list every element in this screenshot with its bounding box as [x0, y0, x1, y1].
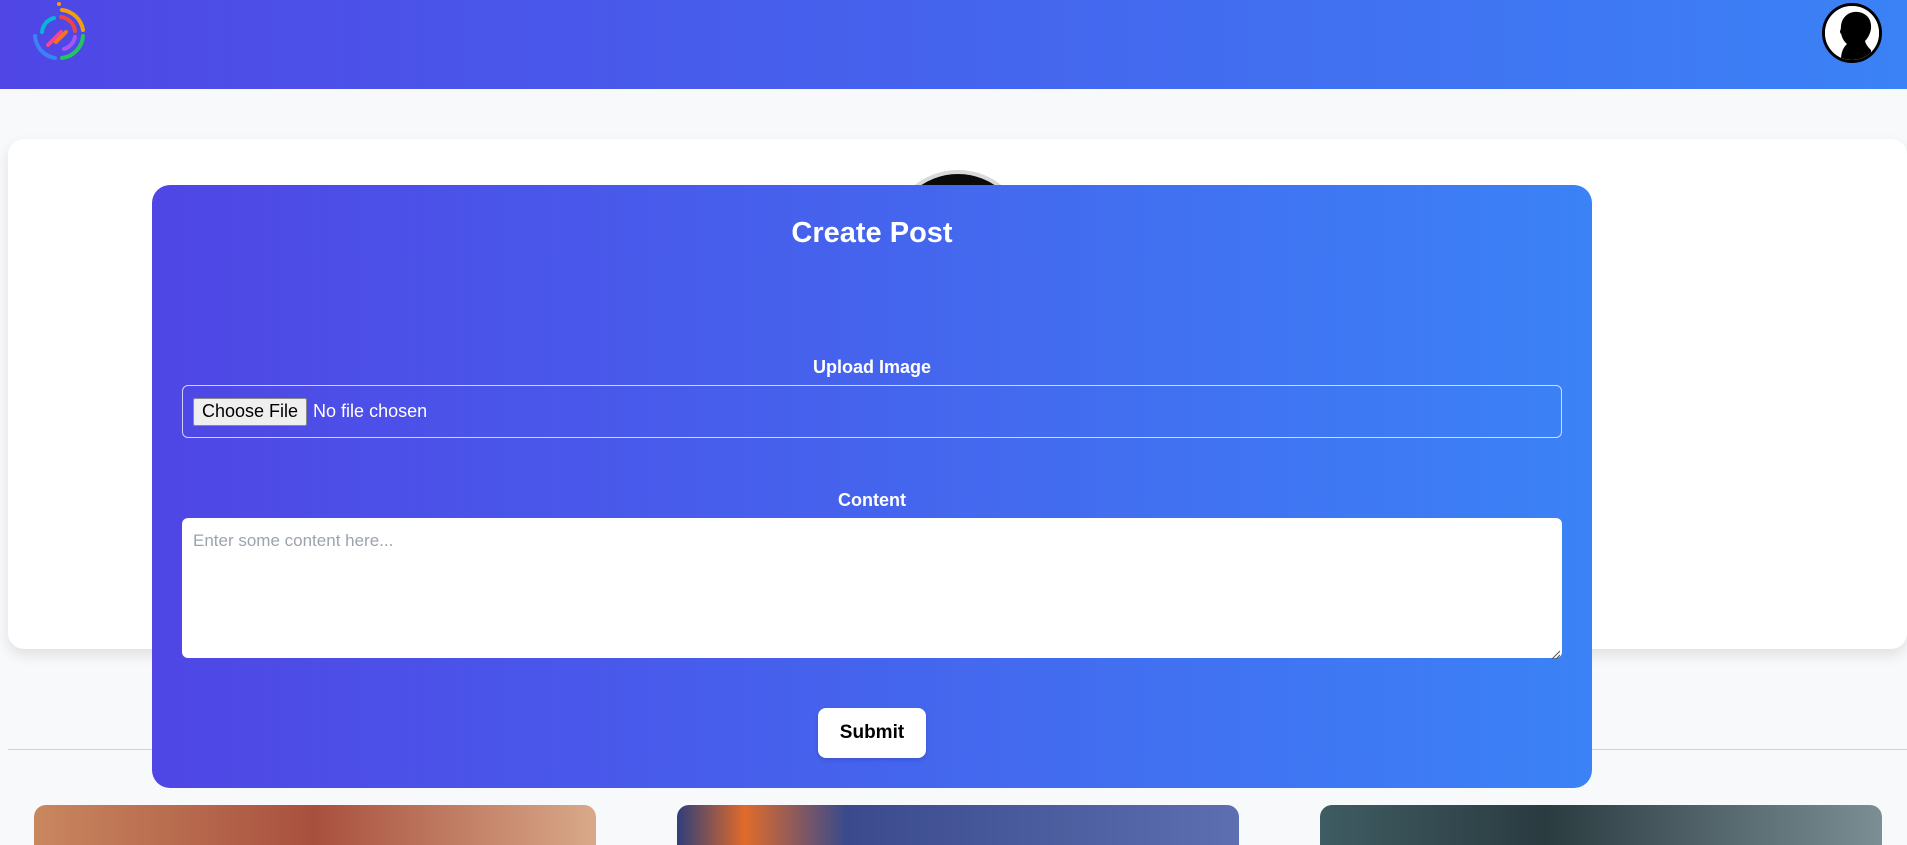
post-thumbnail[interactable]	[677, 805, 1239, 845]
spiral-logo-icon[interactable]	[26, 0, 92, 66]
choose-file-button[interactable]: Choose File	[193, 397, 308, 426]
image-file-input[interactable]: Choose File No file chosen	[182, 385, 1562, 438]
create-post-modal: Create Post Upload Image Choose File No …	[152, 185, 1592, 788]
resize-handle-icon[interactable]	[1550, 646, 1561, 660]
file-status-text: No file chosen	[313, 401, 428, 421]
modal-title: Create Post	[791, 217, 953, 249]
post-thumbnail[interactable]	[34, 805, 596, 845]
content-label: Content	[838, 490, 906, 510]
profile-silhouette-icon	[1825, 6, 1879, 60]
post-thumbnail[interactable]	[1320, 805, 1882, 845]
content-textarea[interactable]	[182, 518, 1562, 658]
top-navbar	[0, 0, 1907, 89]
submit-button[interactable]: Submit	[818, 708, 926, 758]
user-avatar[interactable]	[1822, 3, 1882, 63]
upload-image-label: Upload Image	[812, 357, 932, 377]
